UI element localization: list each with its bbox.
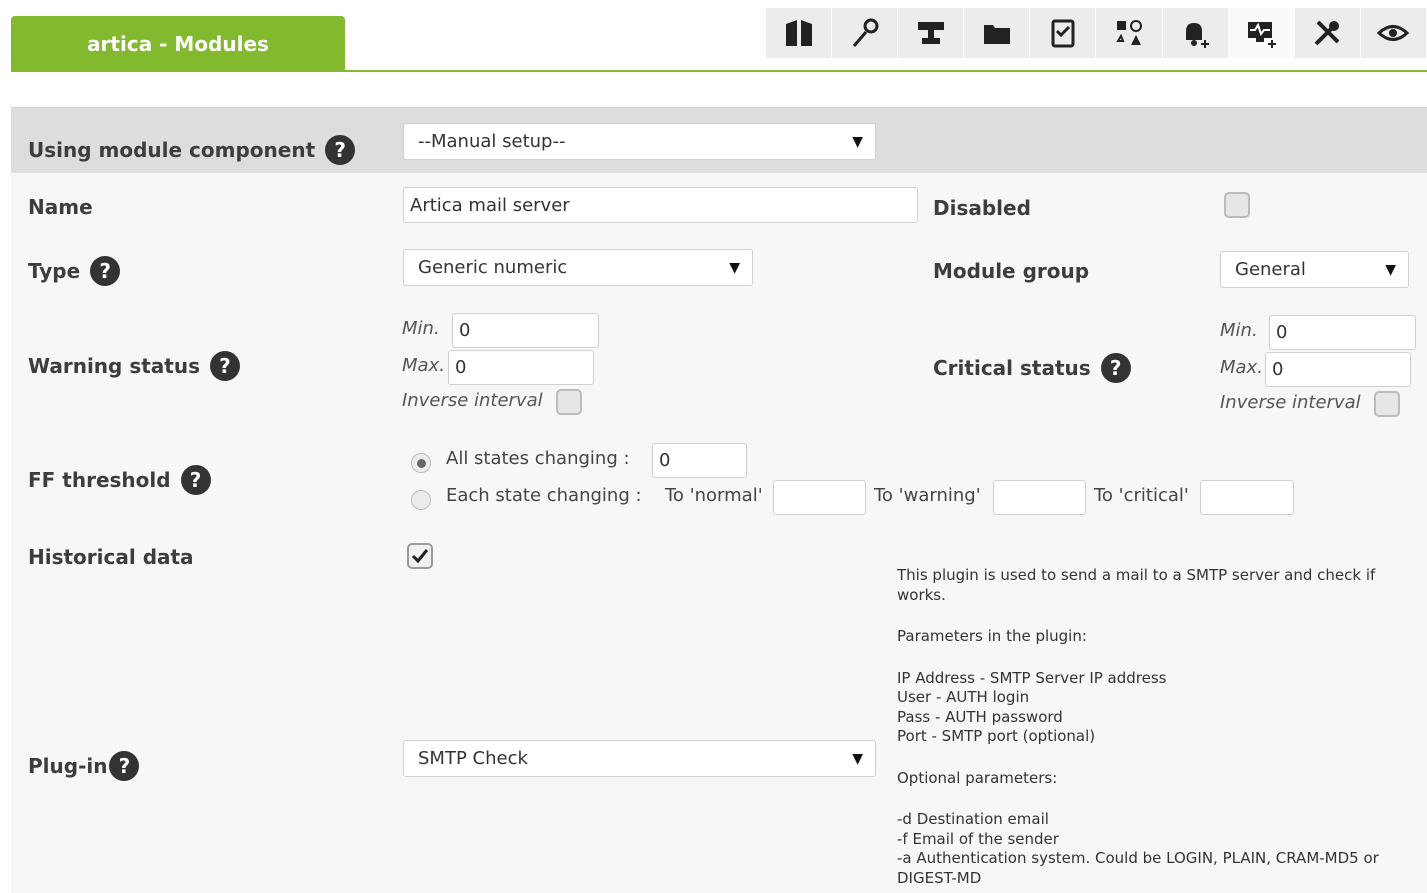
module-group-select[interactable]: General ▼ [1220,251,1409,288]
ff-all-states-radio[interactable] [411,453,431,473]
ff-to-warning-label: To 'warning' [874,485,981,506]
monitor-add-icon[interactable] [1228,8,1295,58]
description-line: -d Destination email [897,810,1049,828]
network-icon[interactable] [898,8,965,58]
description-line: Optional parameters: [897,768,1058,787]
plugin-select[interactable]: SMTP Check ▼ [403,740,876,777]
type-value: Generic numeric [418,257,568,278]
name-input[interactable] [403,187,918,223]
module-group-label: Module group [933,259,1090,283]
name-label: Name [28,195,93,219]
module-group-value: General [1235,259,1306,280]
tools-icon[interactable] [832,8,899,58]
description-line: Port - SMTP port (optional) [897,727,1096,745]
description-line: -a Authentication system. Could be LOGIN… [897,849,1379,887]
warning-min-input[interactable] [452,313,599,348]
module-form: Using module component ? --Manual setup-… [11,107,1427,893]
checkmark-icon [411,549,429,564]
critical-inverse-checkbox[interactable] [1374,391,1400,417]
view-icon[interactable] [1361,8,1427,58]
setup-icon[interactable] [1295,8,1361,58]
ff-to-normal-label: To 'normal' [665,485,763,506]
critical-inverse-label: Inverse interval [1220,392,1361,413]
header-divider [11,70,1427,72]
critical-min-label: Min. [1220,320,1258,341]
type-label-row: Type ? [28,253,121,289]
historical-data-label: Historical data [28,545,194,569]
warning-inverse-label: Inverse interval [402,390,543,411]
module-component-value: --Manual setup-- [418,131,566,152]
ff-to-normal-input[interactable] [773,480,866,515]
critical-max-input[interactable] [1265,352,1411,387]
alert-add-icon[interactable] [1163,8,1229,58]
module-component-label-row: Using module component ? [28,130,356,170]
help-icon[interactable]: ? [109,751,140,781]
ff-to-critical-input[interactable] [1200,480,1294,515]
help-icon[interactable]: ? [180,465,211,495]
toolbar [766,8,1427,58]
help-icon[interactable]: ? [325,135,356,165]
disabled-label: Disabled [933,196,1031,220]
ff-all-states-input[interactable] [652,443,747,478]
help-icon[interactable]: ? [90,256,121,286]
page-title-tab: artica - Modules [11,16,345,71]
warning-max-input[interactable] [448,350,594,385]
description-line: -f Email of the sender [897,829,1059,848]
plugin-label-row: Plug-in ? [28,746,140,786]
plugin-description: This plugin is used to send a mail to a … [897,566,1427,888]
chevron-down-icon: ▼ [852,133,863,150]
historical-data-checkbox[interactable] [407,543,433,569]
chevron-down-icon: ▼ [852,750,863,767]
critical-status-label-row: Critical status ? [933,350,1131,386]
page-title: artica - Modules [87,31,269,56]
help-icon[interactable]: ? [209,351,240,381]
warning-status-label: Warning status [28,354,200,378]
description-line: This plugin is used to send a mail to a … [897,566,1376,604]
ff-threshold-label-row: FF threshold ? [28,462,211,498]
ff-each-state-radio[interactable] [411,490,431,510]
disabled-checkbox[interactable] [1224,192,1250,218]
description-line: Parameters in the plugin: [897,627,1087,645]
description-line: IP Address - SMTP Server IP address [897,668,1167,687]
module-component-label: Using module component [28,138,316,162]
warning-min-label: Min. [402,318,440,339]
chevron-down-icon: ▼ [1385,261,1396,278]
chevron-down-icon: ▼ [729,259,740,276]
checklist-icon[interactable] [1030,8,1097,58]
plugin-value: SMTP Check [418,748,528,769]
description-line: Pass - AUTH password [897,707,1063,726]
warning-status-label-row: Warning status ? [28,348,240,384]
shapes-icon[interactable] [1096,8,1163,58]
critical-status-label: Critical status [933,356,1091,380]
warning-inverse-checkbox[interactable] [556,389,582,415]
ff-each-state-label: Each state changing : [446,485,642,506]
warning-max-label: Max. [402,355,445,376]
type-select[interactable]: Generic numeric ▼ [403,249,753,286]
ff-all-states-label: All states changing : [446,448,630,469]
help-icon[interactable]: ? [1100,353,1131,383]
critical-max-label: Max. [1220,357,1263,378]
ff-to-critical-label: To 'critical' [1094,485,1189,506]
type-label: Type [28,259,81,283]
ff-threshold-label: FF threshold [28,468,171,492]
radio-selected-dot [416,458,426,468]
module-component-select[interactable]: --Manual setup-- ▼ [403,123,876,160]
manage-agents-icon[interactable] [766,8,833,58]
ff-to-warning-input[interactable] [993,480,1086,515]
folder-icon[interactable] [964,8,1031,58]
description-line: User - AUTH login [897,688,1030,706]
critical-min-input[interactable] [1269,315,1416,350]
plugin-label: Plug-in [28,754,108,778]
